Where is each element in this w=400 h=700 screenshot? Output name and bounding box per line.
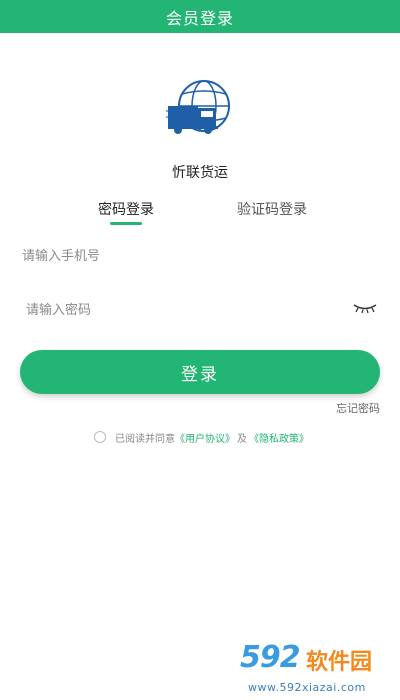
privacy-policy-link[interactable]: 《隐私政策》 [249, 430, 309, 445]
tab-password-login[interactable]: 密码登录 [98, 199, 154, 219]
truck-globe-logo [166, 80, 230, 134]
watermark-site-name: 软件园 [306, 650, 373, 675]
user-agreement-link[interactable]: 《用户协议》 [175, 430, 235, 445]
tab-code-login[interactable]: 验证码登录 [237, 199, 307, 219]
password-input[interactable] [26, 300, 336, 320]
app-name: 忻联货运 [172, 165, 228, 181]
phone-input[interactable] [22, 246, 352, 266]
page-title: 会员登录 [165, 8, 234, 28]
agreement-checkbox[interactable] [94, 431, 106, 443]
eye-closed-icon[interactable] [352, 302, 378, 314]
watermark-number: 592 [240, 640, 301, 675]
active-tab-indicator [110, 222, 142, 225]
login-button[interactable]: 登录 [20, 350, 380, 394]
agreement-prefix: 已阅读并同意 [115, 433, 175, 445]
site-watermark: 592 软件园 www.592xiazai.com [236, 638, 396, 698]
forgot-password-link[interactable]: 忘记密码 [336, 400, 380, 416]
agreement-row: 已阅读并同意 《用户协议》 及 《隐私政策》 [94, 430, 309, 445]
watermark-url: www.592xiazai.com [248, 681, 366, 694]
header-bar: 会员登录 [0, 0, 400, 33]
agreement-joiner: 及 [237, 433, 247, 445]
